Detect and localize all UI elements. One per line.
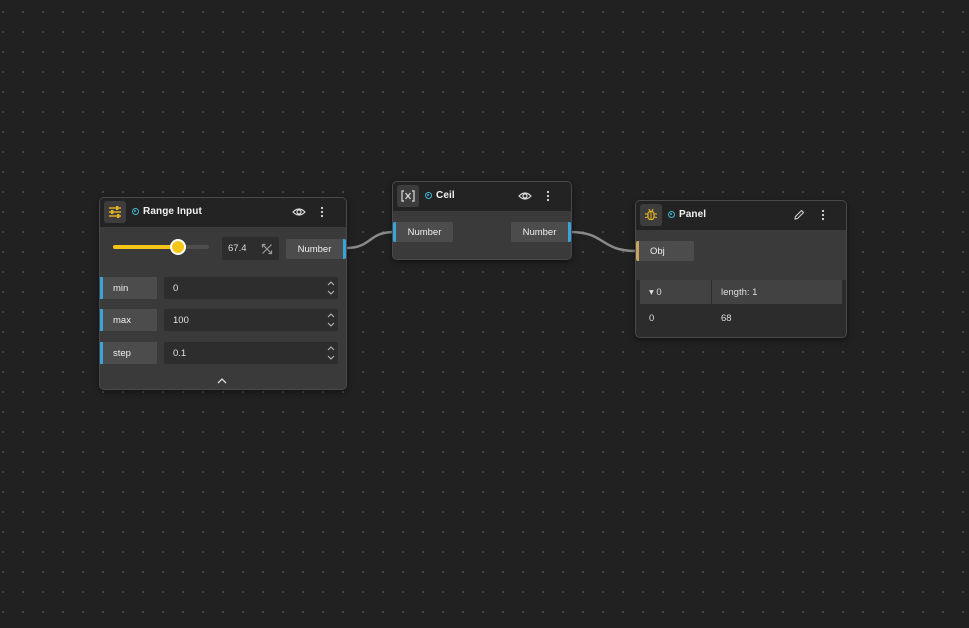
panel-data-table: ▾ 0 length: 1 0 68 xyxy=(636,280,846,337)
param-row-step: step 0.1 xyxy=(100,342,346,364)
panel-node[interactable]: Panel Obj ▾ 0 length: 1 0 68 xyxy=(635,200,847,338)
pencil-icon[interactable] xyxy=(792,208,806,222)
eye-icon[interactable] xyxy=(292,205,306,219)
sliders-icon xyxy=(104,201,126,223)
slider-fill xyxy=(113,245,178,249)
value-display[interactable]: 67.4 xyxy=(222,237,279,260)
reset-icon[interactable] xyxy=(261,242,273,255)
node-title: Ceil xyxy=(436,190,455,201)
more-options-icon[interactable] xyxy=(541,189,555,203)
table-value-cell: length: 1 xyxy=(721,286,758,298)
min-spinner-icon[interactable] xyxy=(327,280,335,296)
more-options-icon[interactable] xyxy=(315,205,329,219)
status-dot-icon xyxy=(425,192,432,199)
more-options-icon[interactable] xyxy=(816,208,830,222)
eye-icon[interactable] xyxy=(518,189,532,203)
min-input[interactable]: 0 xyxy=(164,277,338,299)
wire-range-to-ceil[interactable] xyxy=(345,230,395,250)
param-label-max: max xyxy=(100,309,157,331)
input-port-obj[interactable]: Obj xyxy=(636,241,694,261)
node-title: Panel xyxy=(679,209,707,220)
panel-header[interactable]: Panel xyxy=(636,201,846,230)
max-spinner-icon[interactable] xyxy=(327,312,335,328)
range-slider[interactable] xyxy=(113,239,209,255)
step-spinner-icon[interactable] xyxy=(327,345,335,361)
status-dot-icon xyxy=(668,211,675,218)
table-header-row[interactable]: ▾ 0 length: 1 xyxy=(640,280,842,304)
table-row: 0 68 xyxy=(640,306,842,330)
collapse-chevron-up-icon[interactable] xyxy=(216,377,228,385)
range-input-header[interactable]: Range Input xyxy=(100,198,346,227)
output-port-number[interactable]: Number xyxy=(511,222,571,242)
slider-thumb[interactable] xyxy=(169,239,186,255)
output-port-number[interactable]: Number xyxy=(286,239,346,259)
wire-ceil-to-panel[interactable] xyxy=(569,230,637,253)
node-graph-canvas[interactable]: Range Input 67.4 Number min 0 max 100 st… xyxy=(0,0,969,628)
param-row-max: max 100 xyxy=(100,309,346,331)
param-label-step: step xyxy=(100,342,157,364)
param-row-min: min 0 xyxy=(100,277,346,299)
ceil-header[interactable]: Ceil xyxy=(393,182,571,211)
ceil-node[interactable]: Ceil Number Number xyxy=(392,181,572,260)
step-input[interactable]: 0.1 xyxy=(164,342,338,364)
table-key-cell: 0 xyxy=(649,312,655,324)
range-input-node[interactable]: Range Input 67.4 Number min 0 max 100 st… xyxy=(99,197,347,390)
value-text: 67.4 xyxy=(228,243,247,254)
table-key-cell[interactable]: ▾ 0 xyxy=(649,280,662,304)
node-title: Range Input xyxy=(143,206,202,217)
input-port-number[interactable]: Number xyxy=(393,222,453,242)
status-dot-icon xyxy=(132,208,139,215)
table-value-cell: 68 xyxy=(721,312,732,324)
column-divider xyxy=(711,280,712,304)
param-label-min: min xyxy=(100,277,157,299)
bug-icon xyxy=(640,204,662,226)
input-port-obj-label: Obj xyxy=(650,245,665,257)
max-input[interactable]: 100 xyxy=(164,309,338,331)
function-icon xyxy=(397,185,419,207)
